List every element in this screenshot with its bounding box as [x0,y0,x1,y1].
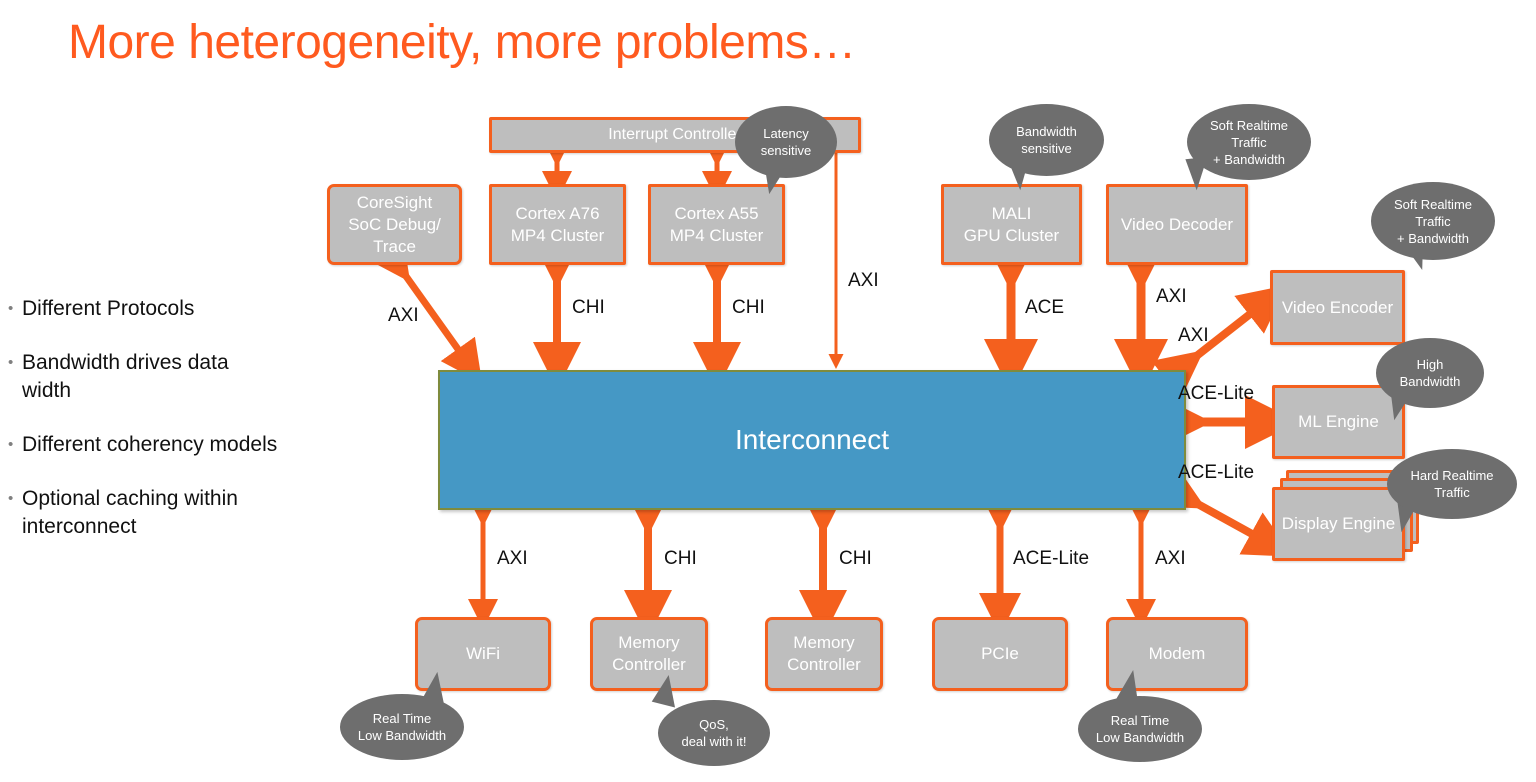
bullet-dot-icon: • [8,436,14,453]
block-label: CoreSight SoC Debug/ Trace [348,192,441,256]
list-item: • Different Protocols [8,295,348,323]
callout-text: Real Time Low Bandwidth [1095,713,1185,745]
callout-soft-realtime-vdec: Soft Realtime Traffic + Bandwidth [1187,104,1311,180]
block-display-engine[interactable]: Display Engine [1272,487,1405,561]
bullet-dot-icon: • [8,300,14,317]
callout-realtime-low-bw-modem: Real Time Low Bandwidth [1078,696,1202,762]
block-label: Modem [1148,644,1206,663]
list-item: • Bandwidth drives data width [8,349,348,405]
callout-text: QoS, deal with it! [681,717,747,749]
block-pcie[interactable]: PCIe [932,617,1068,691]
callout-latency-sensitive: Latency sensitive [735,106,837,178]
protocol-label-axi-wifi: AXI [497,548,528,569]
block-label: ML Engine [1298,412,1379,431]
bullet-dot-icon: • [8,354,14,371]
page-title: More heterogeneity, more problems… [68,16,856,69]
callout-text: High Bandwidth [1399,357,1461,389]
protocol-label-chi-mc1: CHI [664,548,697,569]
list-item: • Different coherency models [8,431,348,459]
block-memory-controller-1[interactable]: Memory Controller [590,617,708,691]
protocol-label-ace-lite-disp: ACE-Lite [1178,462,1255,483]
callout-soft-realtime-venc: Soft Realtime Traffic + Bandwidth [1371,182,1495,260]
block-label: Video Encoder [1281,297,1394,317]
bullet-text: Different Protocols [22,297,195,320]
block-memory-controller-2[interactable]: Memory Controller [765,617,883,691]
bullet-text: Different coherency models [22,433,278,456]
callout-text: Bandwidth sensitive [1016,124,1077,156]
protocol-label-axi-coresight: AXI [388,305,419,326]
block-label: Memory Controller [787,633,861,674]
interconnect-block[interactable]: Interconnect [438,370,1186,510]
protocol-label-axi-modem: AXI [1155,548,1186,569]
block-label: WiFi [466,644,500,663]
block-label: Video Decoder [1120,214,1234,234]
protocol-label-axi-venc: AXI [1178,325,1209,346]
block-coresight[interactable]: CoreSight SoC Debug/ Trace [327,184,462,265]
list-item: • Optional caching within interconnect [8,485,348,541]
bullet-text: Bandwidth drives data width [22,351,229,402]
callout-qos-memory: QoS, deal with it! [658,700,770,766]
block-video-decoder[interactable]: Video Decoder [1106,184,1248,265]
protocol-label-ace-lite-pcie: ACE-Lite [1013,548,1090,569]
callout-text: Soft Realtime Traffic + Bandwidth [1393,196,1473,246]
block-label: Cortex A76 MP4 Cluster [510,203,605,245]
protocol-label-axi-vdec: AXI [1156,286,1187,307]
bullet-text: Optional caching within interconnect [22,487,238,538]
slide-canvas: More heterogeneity, more problems… • Dif… [0,0,1536,782]
block-cortex-a76[interactable]: Cortex A76 MP4 Cluster [489,184,626,265]
callout-text: Soft Realtime Traffic + Bandwidth [1209,117,1289,167]
block-mali-gpu[interactable]: MALI GPU Cluster [941,184,1082,265]
callout-bandwidth-sensitive: Bandwidth sensitive [989,104,1104,176]
protocol-label-chi-mc2: CHI [839,548,872,569]
block-label: MALI GPU Cluster [963,203,1060,245]
callout-text: Hard Realtime Traffic [1410,468,1494,500]
bullet-dot-icon: • [8,490,14,507]
block-video-encoder[interactable]: Video Encoder [1270,270,1405,345]
block-label: Interrupt Controller [608,126,742,143]
callout-hard-realtime-display: Hard Realtime Traffic [1387,449,1517,519]
block-ml-engine[interactable]: ML Engine [1272,385,1405,459]
interconnect-label: Interconnect [734,424,890,455]
protocol-label-chi-a76: CHI [572,297,605,318]
protocol-label-axi-interrupt: AXI [848,270,879,291]
callout-text: Real Time Low Bandwidth [357,711,447,743]
block-label: Memory Controller [612,633,686,674]
arrow-ace-lite-display-interconnect [1152,464,1294,557]
callout-text: Latency sensitive [760,126,812,158]
protocol-label-ace-lite-ml: ACE-Lite [1178,383,1255,404]
callout-high-bandwidth-ml: High Bandwidth [1376,338,1484,408]
protocol-label-ace-mali: ACE [1025,297,1065,318]
callout-realtime-low-bw-wifi: Real Time Low Bandwidth [340,694,464,760]
block-label: Display Engine [1281,514,1396,533]
block-cortex-a55[interactable]: Cortex A55 MP4 Cluster [648,184,785,265]
protocol-label-chi-a55: CHI [732,297,765,318]
block-label: PCIe [981,644,1019,663]
block-label: Cortex A55 MP4 Cluster [669,203,764,245]
bullet-list: • Different Protocols • Bandwidth drives… [8,295,348,567]
